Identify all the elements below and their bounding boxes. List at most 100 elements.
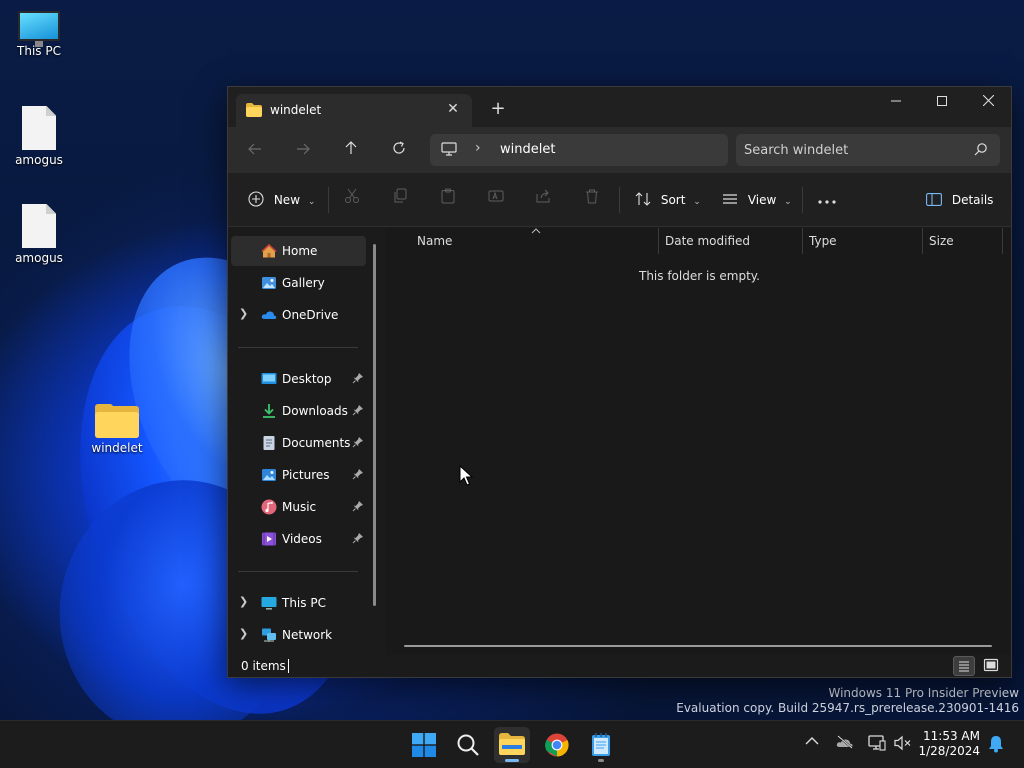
network-tray-button[interactable]	[868, 735, 886, 755]
sidebar-item-this-pc[interactable]: ❯ This PC	[231, 588, 366, 618]
pin-icon[interactable]	[352, 436, 364, 448]
search-button[interactable]	[450, 727, 486, 763]
rename-icon	[488, 190, 504, 202]
view-button[interactable]: View ⌄	[722, 187, 792, 213]
chevron-right-icon[interactable]: ❯	[239, 595, 248, 608]
more-options-button[interactable]	[818, 187, 836, 213]
folder-icon	[246, 103, 262, 117]
gallery-icon	[262, 277, 276, 289]
sidebar-item-label: Gallery	[282, 276, 325, 290]
horizontal-scrollbar[interactable]	[404, 645, 992, 647]
list-view-icon	[723, 194, 737, 204]
pin-icon[interactable]	[352, 468, 364, 480]
scissors-icon	[345, 188, 359, 203]
item-count: 0 items	[241, 659, 286, 673]
desktop-icon-file[interactable]: amogus	[1, 204, 77, 265]
up-button[interactable]	[336, 136, 366, 164]
sidebar-item-onedrive[interactable]: ❯ OneDrive	[231, 300, 366, 330]
running-indicator	[598, 759, 604, 762]
music-icon	[261, 499, 277, 515]
share-button[interactable]	[536, 187, 552, 213]
desktop-icon-file[interactable]: amogus	[1, 106, 77, 167]
chevron-right-icon[interactable]: ❯	[239, 307, 248, 320]
sidebar-item-pictures[interactable]: Pictures	[231, 460, 366, 490]
sidebar-item-label: OneDrive	[282, 308, 339, 322]
pin-icon[interactable]	[352, 532, 364, 544]
forward-button[interactable]	[288, 136, 318, 164]
chevron-right-icon[interactable]: ❯	[239, 627, 248, 640]
sidebar-item-videos[interactable]: Videos	[231, 524, 366, 554]
desktop-icon-this-pc[interactable]: This PC	[1, 11, 77, 58]
sort-button[interactable]: Sort ⌄	[635, 187, 701, 213]
title-bar[interactable]: windelet ✕ +	[228, 87, 1011, 127]
sidebar-item-home[interactable]: Home	[231, 236, 366, 266]
delete-button[interactable]	[584, 187, 600, 213]
file-list: Name Date modified Type Size This folder…	[386, 228, 1011, 660]
minimize-icon	[891, 100, 901, 102]
pin-icon[interactable]	[352, 500, 364, 512]
sidebar-item-label: Desktop	[282, 372, 332, 386]
back-button[interactable]	[240, 136, 270, 164]
trash-icon	[586, 189, 598, 204]
details-view-button[interactable]	[953, 656, 975, 676]
column-divider[interactable]	[658, 228, 659, 254]
empty-folder-message: This folder is empty.	[639, 269, 760, 283]
breadcrumb[interactable]: windelet	[500, 142, 555, 157]
search-icon	[457, 734, 479, 756]
cut-button[interactable]	[344, 187, 360, 213]
sidebar-item-network[interactable]: ❯ Network	[231, 620, 366, 650]
address-bar[interactable]: › windelet	[430, 134, 728, 166]
desktop-icon-label: amogus	[15, 153, 63, 167]
chevron-right-icon: ›	[475, 140, 481, 156]
refresh-button[interactable]	[384, 136, 414, 164]
paste-button[interactable]	[440, 187, 456, 213]
column-header-size[interactable]: Size	[929, 228, 954, 254]
sidebar-item-documents[interactable]: Documents	[231, 428, 366, 458]
sidebar-item-gallery[interactable]: Gallery	[231, 268, 366, 298]
search-box[interactable]	[736, 134, 1000, 166]
sidebar-scrollbar[interactable]	[373, 244, 376, 606]
column-header-type[interactable]: Type	[809, 228, 837, 254]
close-window-button[interactable]	[965, 87, 1011, 117]
taskbar-file-explorer[interactable]	[494, 727, 530, 763]
taskbar-chrome[interactable]	[539, 727, 575, 763]
large-icons-view-button[interactable]	[981, 656, 1003, 676]
sidebar-item-desktop[interactable]: Desktop	[231, 364, 366, 394]
details-pane-button[interactable]: Details	[926, 187, 993, 213]
rename-button[interactable]	[488, 187, 504, 213]
pin-icon[interactable]	[352, 404, 364, 416]
sidebar-item-music[interactable]: Music	[231, 492, 366, 522]
sidebar-item-label: This PC	[282, 596, 326, 610]
copy-button[interactable]	[392, 187, 408, 213]
column-divider[interactable]	[802, 228, 803, 254]
sidebar-item-downloads[interactable]: Downloads	[231, 396, 366, 426]
desktop-icon-folder[interactable]: windelet	[79, 404, 155, 455]
cloud-icon	[261, 311, 277, 319]
column-divider[interactable]	[1002, 228, 1003, 254]
pin-icon[interactable]	[352, 372, 364, 384]
minimize-button[interactable]	[873, 87, 919, 117]
arrow-up-icon	[345, 141, 357, 154]
column-header-name[interactable]: Name	[417, 228, 452, 254]
explorer-tab[interactable]: windelet ✕	[236, 94, 472, 127]
clock-date: 1/28/2024	[918, 744, 980, 758]
column-header-date-modified[interactable]: Date modified	[665, 228, 750, 254]
ellipsis-icon	[818, 200, 836, 204]
maximize-button[interactable]	[919, 87, 965, 117]
start-button[interactable]	[406, 727, 442, 763]
volume-tray-button[interactable]	[894, 735, 912, 755]
onedrive-tray-button[interactable]	[836, 735, 854, 753]
system-clock[interactable]: 11:53 AM 1/28/2024	[918, 729, 980, 759]
copy-icon	[394, 188, 407, 203]
sort-icon	[635, 192, 651, 206]
show-hidden-icons-button[interactable]	[805, 735, 819, 750]
close-tab-button[interactable]: ✕	[444, 100, 462, 118]
notifications-button[interactable]	[988, 735, 1004, 757]
new-tab-button[interactable]: +	[486, 97, 510, 121]
column-divider[interactable]	[922, 228, 923, 254]
toolbar-divider	[802, 187, 803, 213]
search-input[interactable]	[744, 134, 964, 166]
taskbar-notepad[interactable]	[583, 727, 619, 763]
search-icon	[974, 143, 987, 156]
new-button[interactable]: New ⌄	[248, 187, 315, 213]
